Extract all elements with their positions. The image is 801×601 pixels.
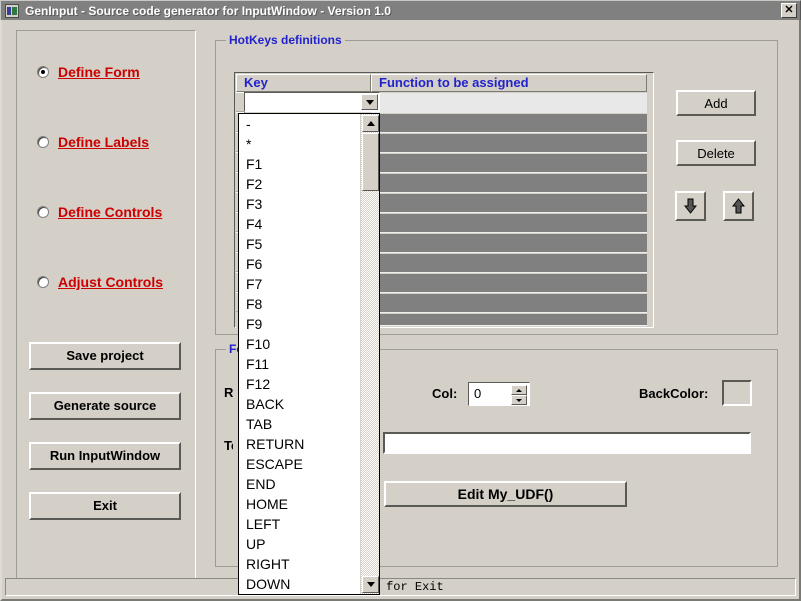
dropdown-scrollbar[interactable] (360, 114, 379, 594)
dropdown-item[interactable]: F11 (239, 354, 361, 374)
dropdown-item[interactable]: F10 (239, 334, 361, 354)
application-window: GenInput - Source code generator for Inp… (0, 0, 801, 601)
exit-button[interactable]: Exit (29, 492, 181, 520)
dropdown-item[interactable]: UP (239, 534, 361, 554)
dropdown-item[interactable]: F7 (239, 274, 361, 294)
delete-button[interactable]: Delete (676, 140, 756, 166)
key-combobox[interactable] (244, 92, 380, 112)
radio-mark-adjust-controls[interactable] (37, 276, 49, 288)
grid-row-header[interactable] (236, 92, 244, 112)
scroll-down-icon[interactable] (362, 576, 379, 593)
dropdown-item[interactable]: - (239, 114, 361, 134)
dropdown-item[interactable]: F8 (239, 294, 361, 314)
move-down-button[interactable] (675, 191, 706, 221)
hotkeys-group-legend: HotKeys definitions (226, 33, 345, 47)
dropdown-item[interactable]: F5 (239, 234, 361, 254)
dropdown-item[interactable]: TAB (239, 414, 361, 434)
radio-define-form[interactable]: Define Form (37, 64, 140, 80)
scrollbar-thumb[interactable] (362, 133, 379, 191)
grid-cell-function[interactable] (371, 174, 647, 193)
grid-cell-function-active[interactable] (371, 93, 647, 113)
radio-mark-define-labels[interactable] (37, 136, 49, 148)
radio-mark-define-controls[interactable] (37, 206, 49, 218)
left-panel: Define Form Define Labels Define Control… (16, 30, 196, 586)
dropdown-item[interactable]: F2 (239, 174, 361, 194)
save-project-button[interactable]: Save project (29, 342, 181, 370)
backcolor-label: BackColor: (639, 386, 708, 401)
client-area: Define Form Define Labels Define Control… (0, 20, 801, 601)
dropdown-item[interactable]: * (239, 134, 361, 154)
grid-cell-function[interactable] (371, 314, 647, 326)
radio-adjust-controls[interactable]: Adjust Controls (37, 274, 163, 290)
dropdown-item[interactable]: F6 (239, 254, 361, 274)
radio-label-define-controls: Define Controls (58, 204, 162, 220)
close-icon[interactable]: ✕ (781, 3, 797, 18)
dropdown-item[interactable]: F9 (239, 314, 361, 334)
chevron-down-icon[interactable] (361, 94, 378, 110)
dropdown-item[interactable]: INSERT (239, 594, 361, 595)
grid-cell-function[interactable] (371, 214, 647, 233)
col-value: 0 (474, 386, 481, 401)
window-title: GenInput - Source code generator for Inp… (25, 4, 391, 18)
dropdown-item[interactable]: F1 (239, 154, 361, 174)
status-bar: Esc for Exit (5, 578, 796, 596)
spinner-down-icon[interactable] (511, 395, 527, 405)
app-icon (5, 4, 19, 18)
add-button[interactable]: Add (676, 90, 756, 116)
generate-source-button[interactable]: Generate source (29, 392, 181, 420)
dropdown-item[interactable]: RETURN (239, 434, 361, 454)
dropdown-item[interactable]: LEFT (239, 514, 361, 534)
key-dropdown-items: -*F1F2F3F4F5F6F7F8F9F10F11F12BACKTABRETU… (239, 114, 361, 595)
title-bar: GenInput - Source code generator for Inp… (0, 0, 801, 20)
arrow-down-icon (684, 198, 697, 214)
grid-cell-function[interactable] (371, 254, 647, 273)
radio-mark-define-form[interactable] (37, 66, 49, 78)
col-label: Col: (432, 386, 457, 401)
grid-cell-function[interactable] (371, 114, 647, 133)
grid-column-header-function[interactable]: Function to be assigned (371, 74, 647, 92)
dropdown-item[interactable]: END (239, 474, 361, 494)
dropdown-item[interactable]: F4 (239, 214, 361, 234)
grid-cell-function[interactable] (371, 274, 647, 293)
radio-label-define-form: Define Form (58, 64, 140, 80)
edit-udf-button[interactable]: Edit My_UDF() (384, 481, 627, 507)
arrow-up-icon (732, 198, 745, 214)
grid-column-header-key[interactable]: Key (236, 74, 371, 92)
dropdown-item[interactable]: RIGHT (239, 554, 361, 574)
backcolor-swatch[interactable] (722, 380, 752, 406)
dropdown-item[interactable]: DOWN (239, 574, 361, 594)
key-dropdown-list[interactable]: -*F1F2F3F4F5F6F7F8F9F10F11F12BACKTABRETU… (238, 113, 380, 595)
grid-cell-function[interactable] (371, 134, 647, 153)
col-stepper[interactable]: 0 (468, 382, 530, 406)
dropdown-item[interactable]: ESCAPE (239, 454, 361, 474)
radio-label-adjust-controls: Adjust Controls (58, 274, 163, 290)
grid-cell-function[interactable] (371, 154, 647, 173)
dropdown-item[interactable]: BACK (239, 394, 361, 414)
radio-label-define-labels: Define Labels (58, 134, 149, 150)
dropdown-item[interactable]: F12 (239, 374, 361, 394)
grid-cell-function[interactable] (371, 234, 647, 253)
grid-cell-function[interactable] (371, 294, 647, 313)
radio-define-labels[interactable]: Define Labels (37, 134, 149, 150)
grid-cell-function[interactable] (371, 194, 647, 213)
dropdown-item[interactable]: HOME (239, 494, 361, 514)
move-up-button[interactable] (723, 191, 754, 221)
dropdown-item[interactable]: F3 (239, 194, 361, 214)
spinner-up-icon[interactable] (511, 385, 527, 395)
run-inputwindow-button[interactable]: Run InputWindow (29, 442, 181, 470)
text-input[interactable] (383, 432, 751, 454)
radio-define-controls[interactable]: Define Controls (37, 204, 162, 220)
scroll-up-icon[interactable] (362, 115, 379, 132)
